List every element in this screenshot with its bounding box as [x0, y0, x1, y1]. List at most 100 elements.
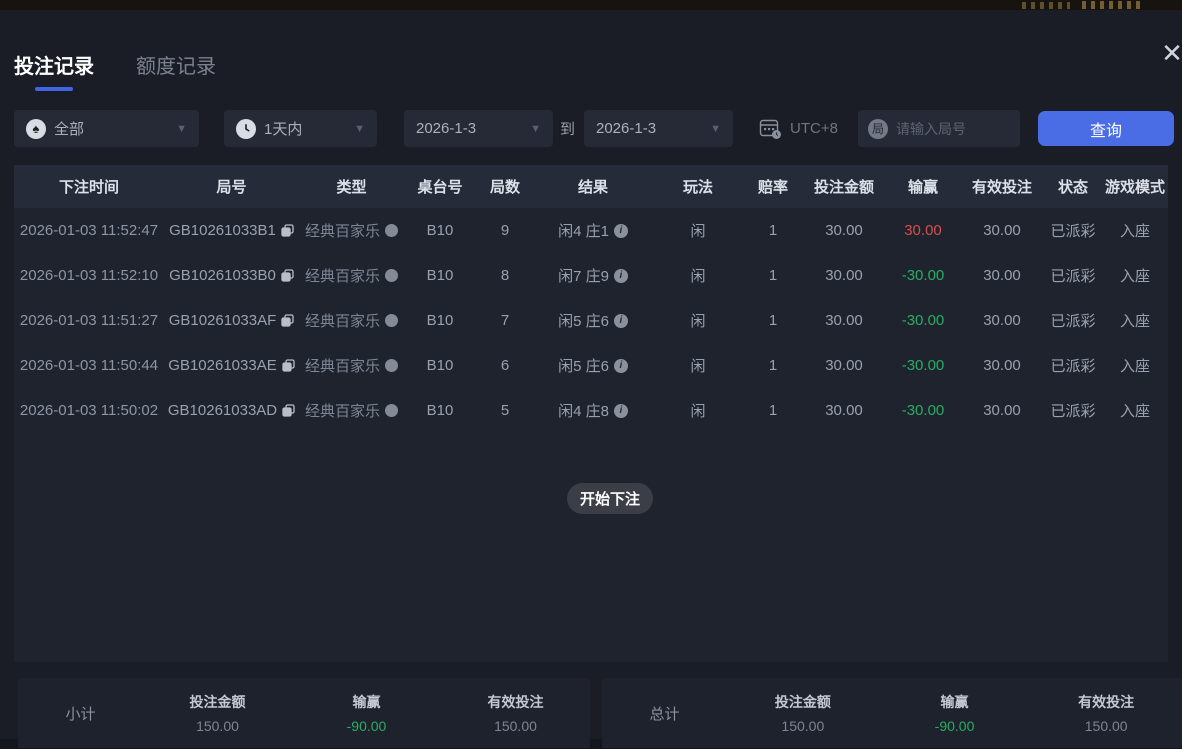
table-row: 2026-01-03 11:52:47GB10261033B1经典百家乐B109… — [14, 208, 1168, 253]
copy-icon[interactable] — [281, 314, 294, 327]
game-preview-icon[interactable] — [385, 269, 398, 282]
info-icon[interactable]: i — [614, 269, 628, 283]
subtotal-box: 小计投注金额150.00输赢-90.00有效投注150.00 — [18, 678, 590, 748]
result-text: 闲5 庄6 — [558, 310, 609, 331]
round-id-cell: GB10261033AF — [164, 312, 299, 329]
summary-item-value: 150.00 — [1030, 718, 1182, 734]
win-loss-cell: -30.00 — [886, 267, 960, 284]
table-number-cell: B10 — [404, 402, 476, 419]
total-item: 有效投注150.00 — [1030, 692, 1182, 734]
copy-icon[interactable] — [281, 224, 294, 237]
total-box: 总计投注金额150.00输赢-90.00有效投注150.00 — [602, 678, 1182, 748]
date-from-select[interactable]: 2026-1-3 ▼ — [404, 110, 553, 147]
info-icon[interactable]: i — [614, 359, 628, 373]
column-header: 状态 — [1044, 176, 1102, 197]
chevron-down-icon: ▼ — [710, 123, 721, 135]
betting-records-modal: ✕ 投注记录 额度记录 ♠ 全部 ▼ 1天内 ▼ 2026-1-3 ▼ 到 — [0, 10, 1182, 739]
table-header-row: 下注时间局号类型桌台号局数结果玩法赔率投注金额输赢有效投注状态游戏模式 — [14, 165, 1168, 208]
tab-betting-records[interactable]: 投注记录 — [14, 50, 94, 91]
game-type-select[interactable]: ♠ 全部 ▼ — [14, 110, 199, 147]
play-cell: 闲 — [652, 400, 744, 421]
column-header: 输赢 — [886, 176, 960, 197]
summary-item-value: -90.00 — [292, 718, 441, 734]
game-preview-icon[interactable] — [385, 314, 398, 327]
round-id-text: GB10261033B0 — [169, 267, 276, 284]
play-cell: 闲 — [652, 355, 744, 376]
date-from-value: 2026-1-3 — [416, 120, 476, 137]
start-betting-toast: 开始下注 — [567, 483, 653, 514]
game-mode-cell: 入座 — [1102, 220, 1168, 241]
odds-cell: 1 — [744, 312, 802, 329]
game-mode-cell: 入座 — [1102, 355, 1168, 376]
bet-amount-cell: 30.00 — [802, 312, 886, 329]
tab-quota-records[interactable]: 额度记录 — [136, 50, 216, 91]
odds-cell: 1 — [744, 267, 802, 284]
column-header: 赔率 — [744, 176, 802, 197]
bet-time-cell: 2026-01-03 11:50:02 — [14, 402, 164, 419]
round-id-cell: GB10261033B0 — [164, 267, 299, 284]
gold-decoration — [1022, 2, 1070, 9]
bet-amount-cell: 30.00 — [802, 402, 886, 419]
odds-cell: 1 — [744, 402, 802, 419]
game-type-value: 全部 — [54, 118, 84, 139]
play-cell: 闲 — [652, 220, 744, 241]
timezone-indicator: UTC+8 — [758, 116, 838, 140]
game-preview-icon[interactable] — [385, 359, 398, 372]
status-cell: 已派彩 — [1044, 310, 1102, 331]
info-icon[interactable]: i — [614, 224, 628, 238]
table-number-cell: B10 — [404, 312, 476, 329]
summary-item-label: 输赢 — [879, 692, 1031, 712]
copy-icon[interactable] — [282, 404, 295, 417]
date-to-select[interactable]: 2026-1-3 ▼ — [584, 110, 733, 147]
round-id-text: GB10261033AE — [168, 357, 276, 374]
bet-amount-cell: 30.00 — [802, 357, 886, 374]
column-header: 局号 — [164, 176, 299, 197]
game-preview-icon[interactable] — [385, 224, 398, 237]
copy-icon[interactable] — [282, 359, 295, 372]
game-mode-cell: 入座 — [1102, 400, 1168, 421]
round-search-field: 局 — [858, 110, 1020, 147]
win-loss-cell: -30.00 — [886, 357, 960, 374]
table-number-cell: B10 — [404, 222, 476, 239]
game-type-text: 经典百家乐 — [305, 355, 380, 376]
column-header: 游戏模式 — [1102, 176, 1168, 197]
round-id-text: GB10261033AF — [169, 312, 277, 329]
summary-item-value: -90.00 — [879, 718, 1031, 734]
summary-item-label: 投注金额 — [143, 692, 292, 712]
column-header: 下注时间 — [14, 176, 164, 197]
game-type-cell: 经典百家乐 — [299, 220, 404, 241]
bet-amount-cell: 30.00 — [802, 222, 886, 239]
round-search-input[interactable] — [896, 121, 1006, 137]
info-icon[interactable]: i — [614, 404, 628, 418]
bet-amount-cell: 30.00 — [802, 267, 886, 284]
column-header: 结果 — [534, 176, 652, 197]
chevron-down-icon: ▼ — [354, 123, 365, 135]
win-loss-cell: 30.00 — [886, 222, 960, 239]
result-text: 闲5 庄6 — [558, 355, 609, 376]
game-mode-cell: 入座 — [1102, 310, 1168, 331]
round-count-cell: 9 — [476, 222, 534, 239]
game-type-cell: 经典百家乐 — [299, 355, 404, 376]
filter-bar: ♠ 全部 ▼ 1天内 ▼ 2026-1-3 ▼ 到 2026-1-3 ▼ — [0, 110, 1182, 147]
date-range-select[interactable]: 1天内 ▼ — [224, 110, 377, 147]
to-label: 到 — [560, 118, 575, 139]
query-button[interactable]: 查询 — [1038, 111, 1174, 146]
game-type-text: 经典百家乐 — [305, 220, 380, 241]
play-cell: 闲 — [652, 310, 744, 331]
gold-decoration — [1082, 1, 1140, 9]
column-header: 类型 — [299, 176, 404, 197]
bet-time-cell: 2026-01-03 11:51:27 — [14, 312, 164, 329]
game-preview-icon[interactable] — [385, 404, 398, 417]
calendar-clock-icon — [758, 116, 782, 140]
table-row: 2026-01-03 11:50:02GB10261033AD经典百家乐B105… — [14, 388, 1168, 433]
result-text: 闲4 庄8 — [558, 400, 609, 421]
result-cell: 闲7 庄9i — [534, 265, 652, 286]
table-number-cell: B10 — [404, 267, 476, 284]
close-icon[interactable]: ✕ — [1158, 40, 1182, 68]
subtotal-item: 输赢-90.00 — [292, 692, 441, 734]
round-count-cell: 6 — [476, 357, 534, 374]
round-id-cell: GB10261033AE — [164, 357, 299, 374]
info-icon[interactable]: i — [614, 314, 628, 328]
bet-time-cell: 2026-01-03 11:52:10 — [14, 267, 164, 284]
copy-icon[interactable] — [281, 269, 294, 282]
